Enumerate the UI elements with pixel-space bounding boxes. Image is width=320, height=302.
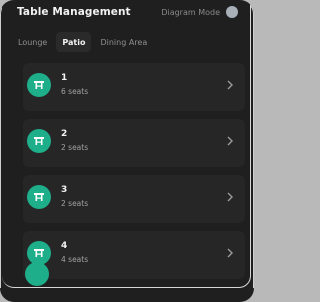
diagram-mode-label: Diagram Mode	[161, 7, 220, 17]
table-icon	[27, 129, 51, 153]
tab-dining-area[interactable]: Dining Area	[94, 32, 153, 52]
tab-lounge[interactable]: Lounge	[12, 32, 53, 52]
table-icon	[25, 262, 49, 286]
table-number: 4	[61, 241, 68, 251]
table-icon	[27, 185, 51, 209]
diagram-mode-toggle[interactable]	[226, 6, 238, 18]
table-seats: 2 seats	[61, 199, 89, 208]
chevron-right-icon	[227, 248, 233, 258]
table-number: 1	[61, 73, 68, 83]
table-seats: 6 seats	[61, 87, 89, 96]
bottom-bar	[0, 288, 254, 302]
table-number: 3	[61, 185, 68, 195]
chevron-right-icon	[227, 192, 233, 202]
table-icon	[27, 73, 51, 97]
chevron-right-icon	[227, 136, 233, 146]
table-number: 2	[61, 129, 68, 139]
content-panel: Table Management Diagram Mode Lounge Pat…	[2, 0, 251, 288]
table-seats: 4 seats	[61, 255, 89, 264]
table-seats: 2 seats	[61, 143, 89, 152]
app-window: Table Management Diagram Mode Lounge Pat…	[0, 0, 254, 302]
diagram-mode-control[interactable]: Diagram Mode	[161, 6, 238, 18]
table-row[interactable]: 4 4 seats	[23, 231, 245, 279]
table-row[interactable]: 2 2 seats	[23, 119, 245, 167]
header: Table Management Diagram Mode	[17, 4, 238, 20]
page-title: Table Management	[17, 6, 131, 18]
table-row[interactable]: 1 6 seats	[23, 63, 245, 111]
table-list: 1 6 seats 2 2 seats 3 2 seats 4 4 seats	[23, 63, 245, 287]
area-tabs: Lounge Patio Dining Area	[12, 32, 153, 52]
table-row[interactable]: 3 2 seats	[23, 175, 245, 223]
chevron-right-icon	[227, 80, 233, 90]
tab-patio[interactable]: Patio	[56, 32, 92, 52]
